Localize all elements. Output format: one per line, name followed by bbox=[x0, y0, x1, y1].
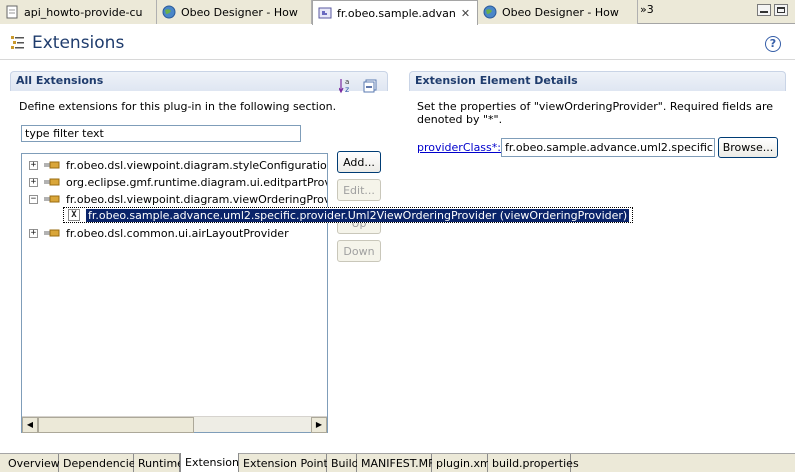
add-button-label: Add... bbox=[343, 155, 375, 169]
tab-dependencies[interactable]: Dependencies bbox=[59, 454, 141, 472]
plugin-manifest-icon bbox=[318, 7, 332, 19]
extensions-tree[interactable]: + fr.obeo.dsl.viewpoint.diagram.styleCon… bbox=[21, 153, 328, 433]
selected-element-label: fr.obeo.sample.advance.uml2.specific.pro… bbox=[86, 208, 630, 222]
minimize-icon[interactable] bbox=[757, 4, 771, 16]
tab-overview[interactable]: Overview bbox=[4, 454, 60, 472]
extension-plug-icon bbox=[44, 178, 60, 186]
tree-item[interactable]: + fr.obeo.dsl.common.ui.airLayoutProvide… bbox=[29, 225, 289, 241]
page-title: Extensions bbox=[32, 33, 125, 53]
all-extensions-description: Define extensions for this plug-in in th… bbox=[19, 100, 337, 113]
close-icon[interactable]: ✕ bbox=[461, 7, 470, 20]
expand-icon[interactable]: + bbox=[29, 177, 38, 187]
provider-class-link[interactable]: providerClass*: bbox=[417, 141, 501, 154]
edit-button[interactable]: Edit... bbox=[337, 179, 381, 201]
down-button-label: Down bbox=[343, 244, 375, 258]
editor-tab-obeo-designer-1[interactable]: Obeo Designer - How bbox=[157, 0, 312, 24]
tree-item[interactable]: − fr.obeo.dsl.viewpoint.diagram.viewOrde… bbox=[29, 191, 328, 207]
editor-tab-manifest-active[interactable]: fr.obeo.sample.advan ✕ bbox=[312, 0, 478, 25]
help-icon[interactable]: ? bbox=[765, 36, 781, 52]
tab-extension-points[interactable]: Extension Points bbox=[239, 454, 334, 472]
extension-plug-icon bbox=[44, 229, 60, 237]
svg-text:z: z bbox=[345, 85, 349, 94]
sort-icon[interactable]: a z bbox=[339, 77, 357, 94]
scroll-right-icon[interactable]: ▶ bbox=[311, 417, 327, 433]
collapse-all-icon[interactable] bbox=[363, 79, 377, 93]
editor-tab-label: Obeo Designer - How bbox=[502, 5, 619, 19]
extensions-icon bbox=[11, 36, 24, 49]
tree-item-label: fr.obeo.dsl.common.ui.airLayoutProvider bbox=[66, 226, 289, 240]
filter-input[interactable] bbox=[21, 125, 301, 142]
scroll-left-icon[interactable]: ◀ bbox=[22, 417, 38, 433]
tab-build-properties[interactable]: build.properties bbox=[488, 454, 579, 472]
tab-extensions[interactable]: Extensions bbox=[180, 453, 245, 472]
editor-tab-obeo-designer-2[interactable]: Obeo Designer - How bbox=[478, 0, 638, 24]
tab-overflow-chevron[interactable]: »3 bbox=[640, 3, 654, 16]
maximize-icon[interactable] bbox=[774, 4, 788, 16]
all-extensions-title: All Extensions bbox=[16, 74, 104, 87]
down-button[interactable]: Down bbox=[337, 240, 381, 262]
scroll-thumb[interactable] bbox=[38, 417, 194, 433]
editor-tab-label: Obeo Designer - How bbox=[181, 5, 298, 19]
expand-icon[interactable]: + bbox=[29, 228, 38, 238]
collapse-icon[interactable]: − bbox=[29, 194, 38, 204]
tree-item-label: fr.obeo.dsl.viewpoint.diagram.styleConfi… bbox=[66, 158, 327, 172]
tab-runtime[interactable]: Runtime bbox=[134, 454, 184, 472]
browse-button-label: Browse... bbox=[722, 141, 774, 154]
tab-plugin-xml[interactable]: plugin.xml bbox=[432, 454, 494, 472]
expand-icon[interactable]: + bbox=[29, 160, 38, 170]
details-description: Set the properties of "viewOrderingProvi… bbox=[417, 100, 774, 126]
tree-horizontal-scrollbar[interactable]: ◀ ▶ bbox=[22, 416, 327, 433]
extension-plug-icon bbox=[44, 161, 60, 169]
document-icon bbox=[6, 5, 18, 19]
tree-item-label: org.eclipse.gmf.runtime.diagram.ui.editp… bbox=[66, 175, 327, 189]
tree-item-selected[interactable]: X fr.obeo.sample.advance.uml2.specific.p… bbox=[63, 207, 634, 223]
editor-tab-label: api_howto-provide-cu bbox=[24, 5, 143, 19]
extension-plug-icon bbox=[44, 195, 60, 203]
xml-element-icon: X bbox=[68, 209, 80, 221]
add-button[interactable]: Add... bbox=[337, 151, 381, 173]
tab-manifest-mf[interactable]: MANIFEST.MF bbox=[357, 454, 434, 472]
tree-item[interactable]: + fr.obeo.dsl.viewpoint.diagram.styleCon… bbox=[29, 157, 327, 173]
globe-icon bbox=[162, 5, 176, 19]
tree-item-label: fr.obeo.dsl.viewpoint.diagram.viewOrderi… bbox=[66, 192, 328, 206]
browse-button[interactable]: Browse... bbox=[718, 137, 778, 158]
globe-icon bbox=[483, 5, 497, 19]
tree-item[interactable]: + org.eclipse.gmf.runtime.diagram.ui.edi… bbox=[29, 174, 327, 190]
tab-build[interactable]: Build bbox=[327, 454, 359, 472]
editor-tab-api-howto[interactable]: api_howto-provide-cu bbox=[0, 0, 157, 24]
editor-tab-label: fr.obeo.sample.advan bbox=[337, 6, 456, 20]
details-title: Extension Element Details bbox=[415, 74, 578, 87]
edit-button-label: Edit... bbox=[343, 183, 375, 197]
provider-class-field[interactable]: fr.obeo.sample.advance.uml2.specific.pro… bbox=[501, 138, 715, 157]
